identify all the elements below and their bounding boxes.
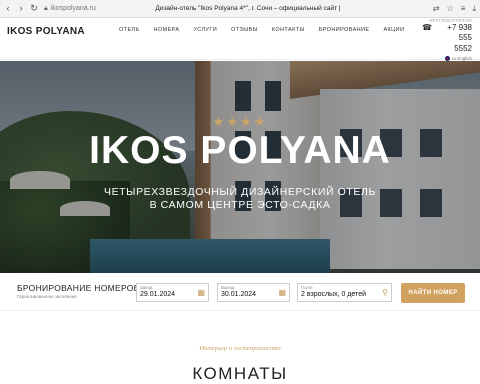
find-room-button[interactable]: НАЙТИ НОМЕР bbox=[401, 283, 465, 303]
hero-subtitle-line1: ЧЕТЫРЕХЗВЕЗДОЧНЫЙ ДИЗАЙНЕРСКИЙ ОТЕЛЬ bbox=[103, 186, 377, 198]
nav-link-reviews[interactable]: ОТЗЫВЫ bbox=[224, 27, 265, 33]
guests-field[interactable]: Гости 2 взрослых, 0 детей ⚲ bbox=[297, 283, 392, 302]
reload-icon[interactable]: ↻ bbox=[30, 3, 38, 14]
browser-tools: ⇄ ☆ ≡ ⤓ bbox=[433, 4, 476, 14]
bookmark-icon[interactable]: ☆ bbox=[447, 4, 454, 14]
guests-label: Гости bbox=[301, 285, 313, 290]
calendar-icon: ▦ bbox=[278, 288, 286, 297]
lock-icon: 🔒︎ bbox=[44, 4, 48, 12]
rooms-subtitle: Интерьер и гостеприимство bbox=[199, 345, 281, 352]
checkout-label: Выезд bbox=[221, 285, 235, 290]
checkin-label: Заезд bbox=[140, 285, 153, 290]
forward-icon[interactable]: › bbox=[17, 3, 25, 14]
browser-nav: ‹ › ↻ bbox=[0, 3, 38, 14]
phone-link[interactable]: ☎ +7 938 555 bbox=[422, 23, 472, 43]
nav-link-booking[interactable]: БРОНИРОВАНИЕ bbox=[312, 27, 377, 33]
booking-title: БРОНИРОВАНИЕ НОМЕРОВ bbox=[17, 283, 140, 293]
booking-bar: БРОНИРОВАНИЕ НОМЕРОВ Гарантированное зас… bbox=[0, 273, 480, 311]
checkin-value: 29.01.2024 bbox=[140, 291, 176, 298]
hero-subtitle: ЧЕТЫРЕХЗВЕЗДОЧНЫЙ ДИЗАЙНЕРСКИЙ ОТЕЛЬ В С… bbox=[0, 186, 480, 212]
back-icon[interactable]: ‹ bbox=[4, 3, 12, 14]
calendar-icon: ▦ bbox=[197, 288, 205, 297]
nav-link-services[interactable]: УСЛУГИ bbox=[186, 27, 224, 33]
address-bar[interactable]: 🔒︎ ikospolyana.ru bbox=[44, 5, 154, 13]
site-header: IKOS POLYANA ОТЕЛЬ НОМЕРА УСЛУГИ ОТЗЫВЫ … bbox=[0, 18, 480, 61]
nav-link-hotel[interactable]: ОТЕЛЬ bbox=[112, 27, 147, 33]
menu-icon[interactable]: ≡ bbox=[461, 4, 466, 14]
translate-icon[interactable]: ⇄ bbox=[433, 4, 440, 14]
booking-note: Гарантированное заселение bbox=[17, 294, 77, 299]
nav-link-offers[interactable]: АКЦИИ bbox=[376, 27, 411, 33]
checkout-value: 30.01.2024 bbox=[221, 291, 257, 298]
guests-value: 2 взрослых, 0 детей bbox=[301, 291, 366, 298]
hero-title: IKOS POLYANA bbox=[89, 129, 391, 172]
phone-number-line2: 5552 bbox=[454, 44, 472, 53]
browser-toolbar: ‹ › ↻ 🔒︎ ikospolyana.ru Дизайн-отель "Ik… bbox=[0, 0, 480, 18]
hero-subtitle-line2: В САМОМ ЦЕНТРЕ ЭСТО-САДКА bbox=[149, 199, 331, 211]
rooms-title: КОМНАТЫ bbox=[192, 364, 288, 383]
person-icon: ⚲ bbox=[382, 288, 388, 297]
checkin-field[interactable]: Заезд 29.01.2024 ▦ bbox=[136, 283, 209, 302]
tab-title: Дизайн-отель "Ikos Polyana 4*", г. Сочи … bbox=[155, 5, 341, 12]
header-contact: КРУГЛОСУТОЧНО ☎ +7 938 555 5552 to Engli… bbox=[422, 18, 472, 61]
checkout-field[interactable]: Выезд 30.01.2024 ▦ bbox=[217, 283, 290, 302]
url-text: ikospolyana.ru bbox=[50, 5, 96, 12]
main-nav: ОТЕЛЬ НОМЕРА УСЛУГИ ОТЗЫВЫ КОНТАКТЫ БРОН… bbox=[112, 27, 411, 33]
nav-link-contacts[interactable]: КОНТАКТЫ bbox=[265, 27, 312, 33]
download-icon[interactable]: ⤓ bbox=[472, 4, 476, 14]
nav-link-rooms[interactable]: НОМЕРА bbox=[147, 27, 187, 33]
phone-icon: ☎ bbox=[422, 23, 432, 32]
phone-number-line1: +7 938 555 bbox=[447, 23, 472, 42]
hotel-rating-stars: ★★★★ bbox=[212, 114, 268, 129]
site-logo[interactable]: IKOS POLYANA bbox=[7, 26, 85, 37]
